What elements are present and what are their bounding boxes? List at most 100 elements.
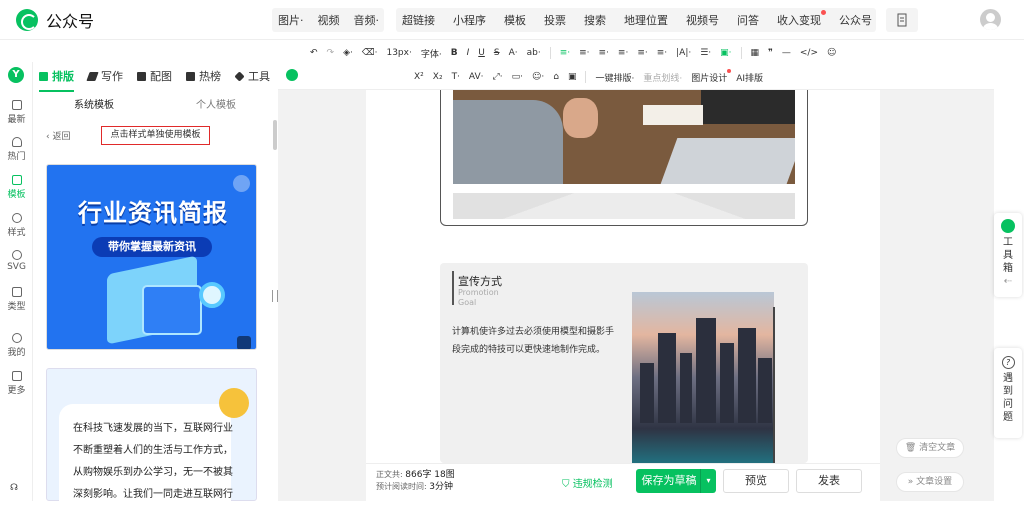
- insert-location-button[interactable]: 地理位置: [624, 12, 668, 28]
- user-avatar[interactable]: [980, 9, 1001, 30]
- rail-label: 类型: [7, 302, 26, 312]
- preview-button[interactable]: 预览: [723, 469, 789, 493]
- media-box-button[interactable]: ▣: [568, 72, 577, 82]
- panel-scrollbar[interactable]: [273, 120, 277, 150]
- align-right-button[interactable]: ≡·: [599, 48, 609, 58]
- code-button[interactable]: </>: [800, 48, 818, 58]
- section-title: 宣传方式: [458, 275, 502, 288]
- subscript-button[interactable]: X₂: [433, 72, 443, 82]
- rail-item-template[interactable]: 模板: [0, 175, 33, 200]
- ai-layout-button[interactable]: AI排版: [736, 71, 763, 84]
- font-family-select[interactable]: 字体·: [421, 47, 442, 60]
- emoji-select-button[interactable]: ☺·: [532, 72, 544, 82]
- rail-item-more[interactable]: 更多: [0, 371, 33, 396]
- office-photo[interactable]: [453, 90, 795, 184]
- font-size-select[interactable]: 13px·: [386, 48, 411, 58]
- tab-writing[interactable]: 写作: [86, 62, 123, 90]
- insert-image-menu[interactable]: 图片·: [278, 12, 304, 28]
- insert-vote-button[interactable]: 投票: [544, 12, 566, 28]
- table-button[interactable]: ▦: [751, 48, 760, 58]
- html-button[interactable]: ⌂: [553, 72, 559, 82]
- insert-channels-button[interactable]: 视频号: [686, 12, 719, 28]
- violation-check-button[interactable]: ⛉ 违规检测: [562, 475, 613, 490]
- letter-spacing-button[interactable]: |A|·: [676, 48, 691, 58]
- save-draft-button[interactable]: 保存为草稿 ▾: [636, 469, 716, 493]
- clear-format-icon[interactable]: ⌫·: [362, 48, 378, 58]
- image-design-button[interactable]: 图片设计: [691, 68, 732, 84]
- undo-icon[interactable]: ↶: [310, 48, 318, 58]
- image-frame-block[interactable]: [440, 90, 808, 226]
- image-icon: [137, 71, 146, 81]
- align-center-button[interactable]: ≡·: [579, 48, 589, 58]
- check-label: 违规检测: [572, 479, 613, 490]
- moon-icon[interactable]: [237, 336, 251, 349]
- promotion-section[interactable]: 宣传方式 Promotion Goal 计算机使许多过去必须使用模型和摄影手段完…: [440, 263, 808, 463]
- quote-button[interactable]: ❞: [768, 48, 773, 58]
- tab-system-templates[interactable]: 系统模板: [33, 92, 155, 120]
- plugin-toggle[interactable]: [286, 69, 298, 81]
- strikethrough-button[interactable]: S: [494, 48, 500, 58]
- emoji-button[interactable]: ☺: [827, 48, 836, 58]
- back-button[interactable]: ‹ 返回: [46, 129, 70, 142]
- tab-tools[interactable]: 工具: [234, 62, 270, 90]
- text-border-button[interactable]: T·: [452, 72, 460, 82]
- clear-article-button[interactable]: 🗑 清空文章: [896, 438, 964, 458]
- align-left-button[interactable]: ≡·: [560, 48, 570, 58]
- paragraph-spacing-button[interactable]: ≡·: [657, 48, 667, 58]
- bold-button[interactable]: B: [451, 48, 458, 58]
- question-icon: ?: [1001, 356, 1015, 369]
- city-photo[interactable]: [632, 292, 774, 463]
- zoom-icon[interactable]: [233, 175, 250, 192]
- insert-template-button[interactable]: 模板: [504, 12, 526, 28]
- divider-button[interactable]: —: [782, 48, 791, 58]
- help-label: 遇到问题: [1003, 373, 1013, 423]
- indent-button[interactable]: ▣·: [720, 48, 731, 58]
- rail-item-type[interactable]: 类型: [0, 287, 33, 312]
- toolbox-panel[interactable]: 工具箱 ⇠: [994, 213, 1022, 297]
- highlight-button[interactable]: ab·: [527, 48, 541, 58]
- insert-video-button[interactable]: 视频: [318, 12, 340, 28]
- effect-button[interactable]: ⤢·: [493, 72, 503, 82]
- template-card-industry-news[interactable]: 行业资讯简报 带你掌握最新资讯: [46, 164, 257, 350]
- insert-audio-menu[interactable]: 音频·: [354, 12, 380, 28]
- one-click-layout-button[interactable]: 一键排版·: [595, 71, 634, 84]
- app-logo[interactable]: 公众号: [16, 8, 94, 32]
- article-settings-button[interactable]: » 文章设置: [896, 472, 964, 492]
- rail-item-hot[interactable]: 热门: [0, 137, 33, 162]
- list-button[interactable]: ☰·: [700, 48, 711, 58]
- key-underline-button[interactable]: 重点划线·: [643, 71, 682, 84]
- tab-layout[interactable]: 排版: [39, 62, 74, 92]
- rail-item-style[interactable]: 样式: [0, 213, 33, 238]
- tab-trending[interactable]: 热榜: [186, 62, 221, 90]
- line-height-button[interactable]: ≡·: [637, 48, 647, 58]
- monetize-button[interactable]: 收入变现: [777, 10, 826, 28]
- font-color-button[interactable]: A·: [509, 48, 518, 58]
- section-en-line: Promotion: [458, 288, 499, 297]
- rail-item-mine[interactable]: 我的: [0, 333, 33, 358]
- italic-button[interactable]: I: [467, 48, 470, 58]
- tab-personal-templates[interactable]: 个人模板: [155, 92, 277, 120]
- char-spacing-button[interactable]: AV·: [469, 72, 484, 82]
- tab-image[interactable]: 配图: [137, 62, 172, 90]
- frame-button[interactable]: ▭·: [512, 72, 523, 82]
- insert-search-button[interactable]: 搜索: [584, 12, 606, 28]
- insert-qa-button[interactable]: 问答: [737, 12, 759, 28]
- underline-button[interactable]: U: [478, 48, 485, 58]
- extension-button[interactable]: [886, 8, 918, 32]
- rail-item-latest[interactable]: 最新: [0, 100, 33, 125]
- publish-button[interactable]: 发表: [796, 469, 862, 493]
- superscript-button[interactable]: X²: [414, 72, 424, 82]
- template-card-tech-intro[interactable]: 在科技飞速发展的当下，互联网行业不断重塑着人们的生活与工作方式，从购物娱乐到办公…: [46, 368, 257, 502]
- rail-item-svg[interactable]: SVG: [0, 250, 33, 272]
- help-panel[interactable]: ? 遇到问题: [994, 348, 1022, 438]
- insert-link-button[interactable]: 超链接: [402, 12, 435, 28]
- insert-account-button[interactable]: 公众号: [839, 12, 872, 28]
- redo-icon[interactable]: ↷: [327, 48, 335, 58]
- justify-button[interactable]: ≡·: [618, 48, 628, 58]
- insert-miniprogram-button[interactable]: 小程序: [453, 12, 486, 28]
- format-painter-icon[interactable]: ◈·: [343, 48, 353, 58]
- plugin-logo-icon[interactable]: Y: [8, 67, 24, 83]
- chevron-down-icon[interactable]: ▾: [700, 469, 716, 493]
- headset-icon[interactable]: ☊: [10, 483, 18, 493]
- toolbar-divider: [585, 71, 587, 83]
